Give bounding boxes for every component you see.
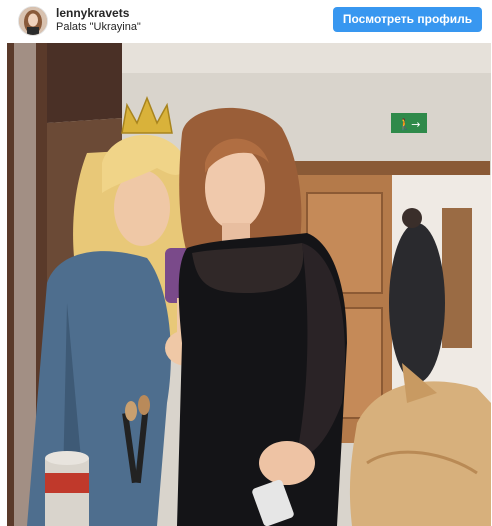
- view-profile-button[interactable]: Посмотреть профиль: [333, 7, 482, 32]
- post-header: lennykravets Palats "Ukrayina" Посмотрет…: [0, 0, 492, 42]
- avatar[interactable]: [18, 6, 48, 36]
- location-label[interactable]: Palats "Ukrayina": [56, 21, 141, 33]
- svg-text:🚶→: 🚶→: [398, 118, 421, 131]
- username[interactable]: lennykravets: [56, 6, 129, 20]
- spray-can: [45, 451, 89, 526]
- post-photo: 🚶→: [7, 43, 491, 526]
- exit-sign-icon: 🚶→: [391, 113, 427, 133]
